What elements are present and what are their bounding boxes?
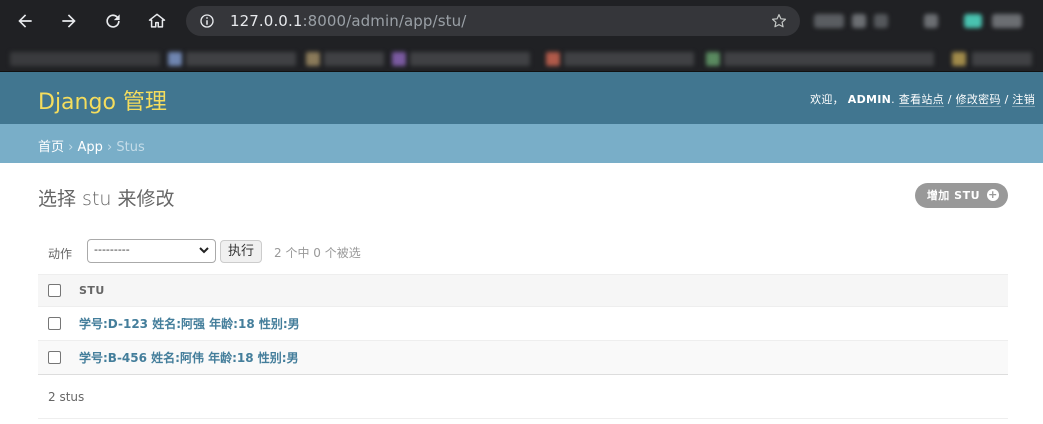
info-icon[interactable] <box>198 12 216 30</box>
extension-icon[interactable] <box>924 14 938 28</box>
actions-bar: 动作 --------- 执行 2 个中 0 个被选 <box>38 239 1008 267</box>
row-link[interactable]: 学号:B-456 姓名:阿伟 年龄:18 性别:男 <box>71 340 1008 375</box>
row-checkbox[interactable] <box>48 317 61 330</box>
table-row: 学号:B-456 姓名:阿伟 年龄:18 性别:男 <box>38 340 1008 375</box>
reload-icon[interactable] <box>102 10 124 32</box>
bookmark-item[interactable] <box>706 52 720 66</box>
chevron-down-icon <box>199 247 209 254</box>
bookmark-item[interactable] <box>564 52 694 66</box>
forward-icon[interactable] <box>58 10 80 32</box>
select-all-checkbox[interactable] <box>48 284 61 298</box>
bookmark-item[interactable] <box>546 52 560 66</box>
paginator: 2 stus <box>38 375 1008 419</box>
url-host: 127.0.0.1 <box>230 12 303 30</box>
add-stu-button[interactable]: 增加 STU + <box>914 183 1008 208</box>
user-tools: 欢迎， ADMIN. 查看站点 / 修改密码 / 注销 <box>810 91 1035 107</box>
table-header-row: STU <box>38 274 1008 307</box>
plus-icon: + <box>987 188 999 201</box>
bookmark-item[interactable] <box>952 52 966 66</box>
bookmark-item[interactable] <box>410 52 530 66</box>
url-text: 127.0.0.1:8000/admin/app/stu/ <box>230 12 466 30</box>
breadcrumb-home[interactable]: 首页 <box>38 140 64 155</box>
bookmark-item[interactable] <box>324 52 384 66</box>
table-row: 学号:D-123 姓名:阿强 年龄:18 性别:男 <box>38 306 1008 341</box>
row-checkbox-cell <box>38 340 71 375</box>
extension-icon[interactable] <box>874 14 888 28</box>
bookmark-item[interactable] <box>10 52 160 66</box>
row-checkbox-cell <box>38 306 71 341</box>
browser-toolbar: 127.0.0.1:8000/admin/app/stu/ <box>0 0 1043 42</box>
extension-icon[interactable] <box>852 14 866 28</box>
breadcrumb-current: Stus <box>116 140 145 155</box>
result-table: STU 学号:D-123 姓名:阿强 年龄:18 性别:男 学号:B-456 姓… <box>38 274 1008 375</box>
bookmarks-bar <box>0 42 1043 72</box>
separator: . <box>891 93 899 106</box>
bookmark-item[interactable] <box>168 52 182 66</box>
column-header-stu[interactable]: STU <box>71 274 1008 307</box>
view-site-link[interactable]: 查看站点 <box>898 93 944 107</box>
breadcrumb: 首页 › App › Stus <box>0 124 1043 163</box>
separator: / <box>943 93 956 106</box>
run-action-button[interactable]: 执行 <box>220 240 263 263</box>
action-select-value: --------- <box>94 243 130 256</box>
selection-counter: 2 个中 0 个被选 <box>274 246 361 260</box>
url-path: :8000/admin/app/stu/ <box>302 12 467 30</box>
breadcrumb-separator: › <box>102 140 117 155</box>
bookmark-item[interactable] <box>186 52 296 66</box>
home-icon[interactable] <box>146 10 168 32</box>
back-icon[interactable] <box>14 10 36 32</box>
bookmark-item[interactable] <box>972 52 1032 66</box>
address-bar[interactable]: 127.0.0.1:8000/admin/app/stu/ <box>186 6 800 36</box>
row-link[interactable]: 学号:D-123 姓名:阿强 年龄:18 性别:男 <box>71 306 1008 341</box>
welcome-text: 欢迎， <box>810 93 844 106</box>
breadcrumb-app[interactable]: App <box>77 140 102 155</box>
extension-icon[interactable] <box>992 14 1022 28</box>
select-all-cell <box>38 274 71 307</box>
extension-icon[interactable] <box>964 14 982 28</box>
add-stu-label: 增加 STU <box>926 189 980 202</box>
row-checkbox[interactable] <box>48 351 61 364</box>
action-select[interactable]: --------- <box>87 239 216 263</box>
change-password-link[interactable]: 修改密码 <box>955 93 1001 107</box>
admin-header: Django 管理 欢迎， ADMIN. 查看站点 / 修改密码 / 注销 <box>0 72 1043 124</box>
bookmark-item[interactable] <box>724 52 934 66</box>
bookmark-item[interactable] <box>392 52 406 66</box>
breadcrumb-separator: › <box>64 140 78 155</box>
separator: / <box>1000 93 1013 106</box>
page-title: 选择 stu 来修改 <box>38 188 175 210</box>
bookmark-star-icon[interactable] <box>770 12 788 30</box>
bookmark-item[interactable] <box>306 52 320 66</box>
site-branding[interactable]: Django 管理 <box>38 84 167 116</box>
actions-label: 动作 <box>48 247 73 261</box>
extension-icon[interactable] <box>814 14 844 28</box>
username: ADMIN <box>847 93 892 106</box>
logout-link[interactable]: 注销 <box>1012 93 1035 107</box>
